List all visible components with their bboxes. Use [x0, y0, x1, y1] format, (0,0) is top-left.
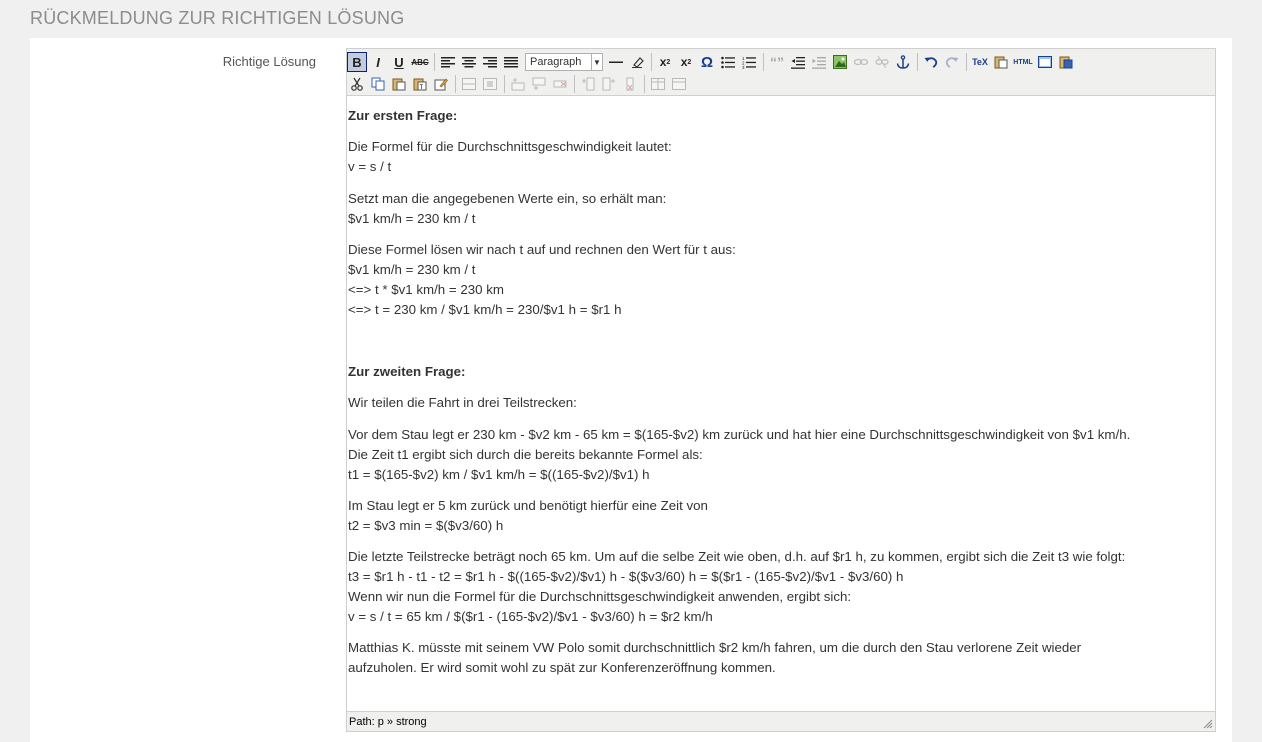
insert-col-after-icon[interactable]	[599, 74, 619, 94]
copy-icon[interactable]	[368, 74, 388, 94]
svg-text:3: 3	[742, 65, 745, 69]
editor-toolbar: B I U ABC Paragraph ▼ x 2 x 2 Ω 1 2 3 “”…	[347, 49, 1215, 96]
text-line: <=> t = 230 km / $v1 km/h = 230/$v1 h = …	[348, 302, 622, 317]
blockquote-icon[interactable]: “”	[767, 52, 787, 72]
align-justify-icon[interactable]	[501, 52, 521, 72]
insert-row-after-icon[interactable]	[529, 74, 549, 94]
text-line: Die Formel für die Durchschnittsgeschwin…	[348, 139, 672, 154]
toolbar-separator	[651, 53, 652, 71]
chevron-down-icon: ▼	[591, 54, 602, 70]
paste-icon[interactable]	[389, 74, 409, 94]
text-line: t3 = $r1 h - t1 - t2 = $r1 h - $((165-$v…	[348, 569, 904, 584]
heading-question-2: Zur zweiten Frage:	[348, 364, 466, 379]
toolbar-separator	[917, 53, 918, 71]
paste-text-icon[interactable]: T	[410, 74, 430, 94]
text-line: Matthias K. müsste mit seinem VW Polo so…	[348, 640, 1082, 655]
unlink-icon[interactable]	[872, 52, 892, 72]
text-line: aufzuholen. Er wird somit wohl zu spät z…	[348, 660, 776, 675]
align-left-icon[interactable]	[438, 52, 458, 72]
superscript-icon[interactable]: x2	[676, 52, 696, 72]
subscript-icon[interactable]: x2	[655, 52, 675, 72]
editor-statusbar: Path: p » strong	[347, 711, 1215, 731]
paste-tex-icon[interactable]	[991, 52, 1011, 72]
resize-handle-icon[interactable]	[1203, 719, 1213, 729]
text-line: Wir teilen die Fahrt in drei Teilstrecke…	[348, 395, 577, 410]
toolbar-separator	[966, 53, 967, 71]
cut-icon[interactable]	[347, 74, 367, 94]
fullscreen-icon[interactable]	[1035, 52, 1055, 72]
text-line: t2 = $v3 min = $($v3/60) h	[348, 518, 504, 533]
text-line: Diese Formel lösen wir nach t auf und re…	[348, 242, 736, 257]
bullet-list-icon[interactable]	[718, 52, 738, 72]
heading-question-1: Zur ersten Frage:	[348, 108, 458, 123]
split-cells-icon[interactable]	[648, 74, 668, 94]
field-label: Richtige Lösung	[222, 54, 316, 69]
svg-text:T: T	[420, 85, 424, 91]
table-cell-props-icon[interactable]	[480, 74, 500, 94]
text-line: Vor dem Stau legt er 230 km - $v2 km - 6…	[348, 427, 1131, 442]
delete-row-icon[interactable]	[550, 74, 570, 94]
edit-icon[interactable]	[431, 74, 451, 94]
toolbar-separator	[763, 53, 764, 71]
toolbar-separator	[455, 75, 456, 93]
delete-col-icon[interactable]	[620, 74, 640, 94]
text-line: $v1 km/h = 230 km / t	[348, 211, 476, 226]
section-title: RÜCKMELDUNG ZUR RICHTIGEN LÖSUNG	[30, 8, 405, 28]
indent-icon[interactable]	[809, 52, 829, 72]
bold-icon[interactable]: B	[347, 52, 367, 72]
toolbar-separator	[504, 75, 505, 93]
italic-icon[interactable]: I	[368, 52, 388, 72]
horizontal-rule-icon[interactable]	[606, 52, 626, 72]
table-row-props-icon[interactable]	[459, 74, 479, 94]
format-select-value: Paragraph	[530, 56, 582, 68]
text-line: Setzt man die angegebenen Werte ein, so …	[348, 191, 667, 206]
align-right-icon[interactable]	[480, 52, 500, 72]
insert-col-before-icon[interactable]	[578, 74, 598, 94]
paste-word-icon[interactable]	[1056, 52, 1076, 72]
redo-icon[interactable]	[942, 52, 962, 72]
outdent-icon[interactable]	[788, 52, 808, 72]
toolbar-separator	[434, 53, 435, 71]
editor-content[interactable]: Zur ersten Frage: Die Formel für die Dur…	[347, 96, 1215, 712]
anchor-icon[interactable]	[893, 52, 913, 72]
undo-icon[interactable]	[921, 52, 941, 72]
format-select[interactable]: Paragraph ▼	[525, 53, 603, 71]
text-line: t1 = $(165-$v2) km / $v1 km/h = $((165-$…	[348, 467, 650, 482]
special-char-icon[interactable]: Ω	[697, 52, 717, 72]
tex-button[interactable]: TeX	[970, 52, 990, 72]
eraser-icon[interactable]	[627, 52, 647, 72]
text-line: Wenn wir nun die Formel für die Durchsch…	[348, 589, 852, 604]
text-line: v = s / t = 65 km / $($r1 - (165-$v2)/$v…	[348, 609, 713, 624]
toolbar-separator	[574, 75, 575, 93]
rich-text-editor[interactable]: B I U ABC Paragraph ▼ x 2 x 2 Ω 1 2 3 “”…	[346, 48, 1216, 732]
text-line: Die Zeit t1 ergibt sich durch die bereit…	[348, 447, 703, 462]
element-path[interactable]: Path: p » strong	[349, 716, 427, 728]
toolbar-separator	[644, 75, 645, 93]
text-line: $v1 km/h = 230 km / t	[348, 262, 476, 277]
underline-icon[interactable]: U	[389, 52, 409, 72]
numbered-list-icon[interactable]: 123	[739, 52, 759, 72]
link-icon[interactable]	[851, 52, 871, 72]
strikethrough-icon[interactable]: ABC	[410, 52, 430, 72]
insert-row-before-icon[interactable]	[508, 74, 528, 94]
image-icon[interactable]	[830, 52, 850, 72]
merge-cells-icon[interactable]	[669, 74, 689, 94]
text-line: <=> t * $v1 km/h = 230 km	[348, 282, 504, 297]
align-center-icon[interactable]	[459, 52, 479, 72]
html-source-button[interactable]: HTML	[1012, 52, 1034, 72]
text-line: Im Stau legt er 5 km zurück und benötigt…	[348, 498, 708, 513]
text-line: v = s / t	[348, 159, 392, 174]
text-line: Die letzte Teilstrecke beträgt noch 65 k…	[348, 549, 1126, 564]
